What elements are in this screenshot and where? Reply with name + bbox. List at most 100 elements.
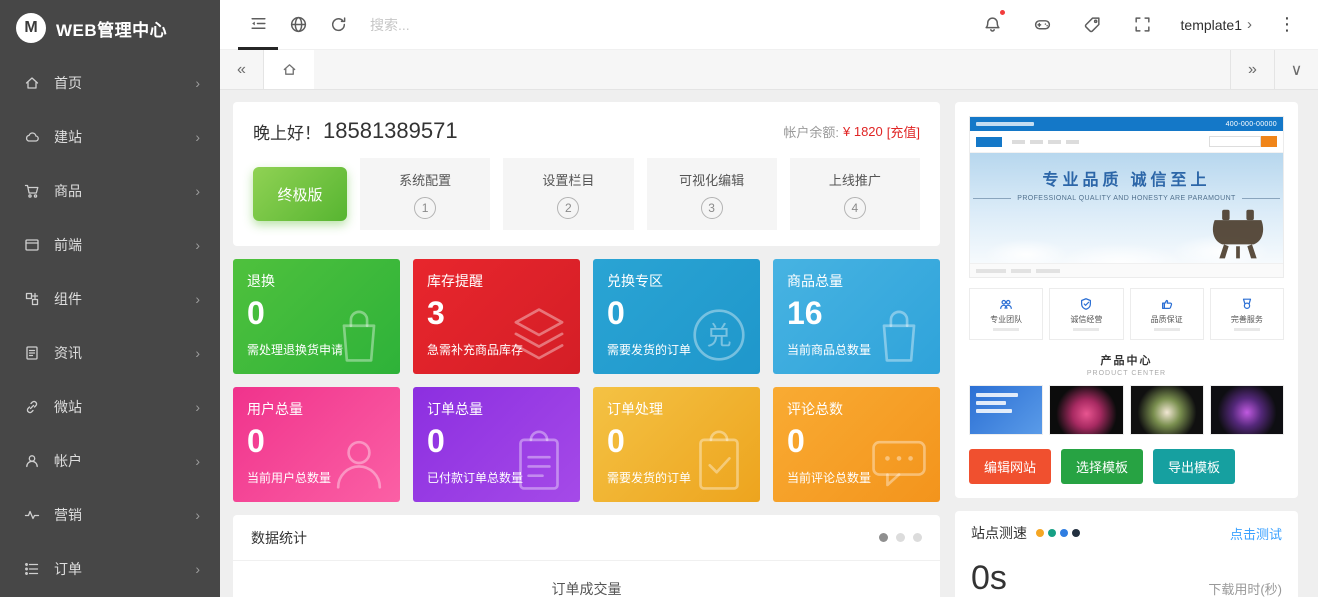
step-number: 3 bbox=[701, 197, 723, 219]
chevron-right-icon: › bbox=[195, 75, 200, 91]
feature-box: 完善服务 bbox=[1210, 288, 1284, 340]
fullscreen-icon bbox=[1133, 15, 1152, 34]
search-input[interactable] bbox=[370, 17, 590, 33]
choose-template-button[interactable]: 选择模板 bbox=[1061, 449, 1143, 484]
speed-value: 0s bbox=[971, 559, 1007, 597]
sidebar-item-frontend[interactable]: 前端 › bbox=[0, 218, 220, 272]
sidebar-item-products[interactable]: 商品 › bbox=[0, 164, 220, 218]
document-icon bbox=[24, 345, 40, 361]
step-set-columns[interactable]: 设置栏目 2 bbox=[503, 158, 633, 230]
recharge-link[interactable]: [充值] bbox=[887, 122, 920, 141]
stat-card-order-processing[interactable]: 订单处理 0 需要发货的订单 bbox=[593, 387, 760, 502]
template-preview: 400-000-00000 bbox=[969, 116, 1284, 278]
fullscreen-button[interactable] bbox=[1123, 0, 1163, 50]
topbar: template1 › ⋮ bbox=[220, 0, 1318, 50]
greeting-text: 晚上好！ bbox=[253, 119, 321, 144]
feature-subtext-placeholder bbox=[993, 328, 1019, 331]
feature-box: 品质保证 bbox=[1130, 288, 1204, 340]
feature-box: 专业团队 bbox=[969, 288, 1043, 340]
stat-card-total-users[interactable]: 用户总量 0 当前用户总数量 bbox=[233, 387, 400, 502]
stat-card-stock-alert[interactable]: 库存提醒 3 急需补充商品库存 bbox=[413, 259, 580, 374]
balance-amount: ¥ 1820 bbox=[843, 124, 883, 139]
account-phone: 18581389571 bbox=[323, 118, 458, 144]
statistics-panel: 数据统计 订单成交量 bbox=[233, 515, 940, 597]
sidebar-item-account[interactable]: 帐户 › bbox=[0, 434, 220, 488]
chevron-right-icon: › bbox=[195, 291, 200, 307]
more-menu-button[interactable]: ⋮ bbox=[1270, 14, 1304, 35]
clipboard-icon bbox=[502, 426, 576, 500]
step-system-config[interactable]: 系统配置 1 bbox=[360, 158, 490, 230]
refresh-button[interactable] bbox=[318, 0, 358, 50]
cart-icon bbox=[24, 183, 40, 199]
coin-icon: 兑 bbox=[682, 298, 756, 372]
sidebar-item-orders[interactable]: 订单 › bbox=[0, 542, 220, 596]
tabs-scroll-right-button[interactable]: » bbox=[1230, 50, 1274, 89]
tags-button[interactable] bbox=[1073, 0, 1113, 50]
tabs-menu-button[interactable]: ∨ bbox=[1274, 50, 1318, 89]
export-template-button[interactable]: 导出模板 bbox=[1153, 449, 1235, 484]
stat-card-grid: 退换 0 需处理退换货申请 库存提醒 3 急需补充商品库存 兑换专区 0 bbox=[233, 259, 940, 502]
left-column: 晚上好！ 18581389571 帐户余额: ¥ 1820 [充值] 终极版 系… bbox=[233, 102, 940, 597]
carousel-dot[interactable] bbox=[896, 533, 905, 542]
preview-subheadline: PROFESSIONAL QUALITY AND HONESTY ARE PAR… bbox=[1017, 195, 1235, 202]
speed-test-panel: 站点测速 点击测试 0s 下载用时(秒) bbox=[955, 511, 1298, 597]
chevron-right-icon: › bbox=[195, 129, 200, 145]
collapse-menu-icon bbox=[249, 14, 268, 33]
preview-subnav-placeholder bbox=[970, 263, 1283, 277]
browser-icon bbox=[24, 237, 40, 253]
step-launch-promo[interactable]: 上线推广 4 bbox=[790, 158, 920, 230]
chart-title: 订单成交量 bbox=[233, 561, 940, 597]
app-logo: M WEB管理中心 bbox=[0, 0, 220, 56]
statistics-title: 数据统计 bbox=[251, 528, 307, 548]
gamepad-icon bbox=[1033, 15, 1052, 34]
bronze-ding-graphic bbox=[1205, 207, 1271, 263]
template-switcher[interactable]: template1 › bbox=[1173, 16, 1260, 33]
comment-icon bbox=[862, 426, 936, 500]
stat-card-exchange-zone[interactable]: 兑换专区 0 需要发货的订单 兑 bbox=[593, 259, 760, 374]
sidebar-item-label: 订单 bbox=[54, 559, 82, 579]
sidebar-item-marketing[interactable]: 营销 › bbox=[0, 488, 220, 542]
cloud-icon bbox=[24, 129, 40, 145]
preview-topbar-text-placeholder bbox=[976, 122, 1034, 126]
sidebar-item-home[interactable]: 首页 › bbox=[0, 56, 220, 110]
chevron-right-icon: › bbox=[195, 183, 200, 199]
carousel-dot[interactable] bbox=[879, 533, 888, 542]
layers-icon bbox=[502, 298, 576, 372]
sidebar-toggle-button[interactable] bbox=[238, 0, 278, 50]
sidebar-item-label: 首页 bbox=[54, 73, 82, 93]
chevron-right-icon: › bbox=[195, 399, 200, 415]
version-badge-button[interactable]: 终极版 bbox=[253, 167, 347, 221]
preview-search-input bbox=[1209, 136, 1261, 147]
language-button[interactable] bbox=[278, 0, 318, 50]
people-icon bbox=[999, 297, 1013, 311]
sidebar-item-news[interactable]: 资讯 › bbox=[0, 326, 220, 380]
bag-icon bbox=[322, 298, 396, 372]
sidebar-item-components[interactable]: 组件 › bbox=[0, 272, 220, 326]
tab-home[interactable] bbox=[264, 50, 314, 89]
stat-card-total-products[interactable]: 商品总量 16 当前商品总数量 bbox=[773, 259, 940, 374]
preview-logo bbox=[976, 137, 1002, 147]
product-thumbnail bbox=[1049, 385, 1123, 435]
preview-topbar: 400-000-00000 bbox=[970, 117, 1283, 131]
home-icon bbox=[24, 75, 40, 91]
theme-skin-button[interactable] bbox=[1023, 0, 1063, 50]
sidebar-item-site-builder[interactable]: 建站 › bbox=[0, 110, 220, 164]
product-thumbnails bbox=[969, 385, 1284, 435]
sidebar-item-label: 帐户 bbox=[54, 451, 82, 471]
stat-card-total-orders[interactable]: 订单总量 0 已付款订单总数量 bbox=[413, 387, 580, 502]
preview-search bbox=[1209, 136, 1277, 147]
carousel-dot[interactable] bbox=[913, 533, 922, 542]
run-speed-test-link[interactable]: 点击测试 bbox=[1230, 524, 1282, 543]
stat-card-total-comments[interactable]: 评论总数 0 当前评论总数量 bbox=[773, 387, 940, 502]
step-number: 2 bbox=[557, 197, 579, 219]
stat-card-returns[interactable]: 退换 0 需处理退换货申请 bbox=[233, 259, 400, 374]
notifications-button[interactable] bbox=[973, 0, 1013, 50]
edit-site-button[interactable]: 编辑网站 bbox=[969, 449, 1051, 484]
components-icon bbox=[24, 291, 40, 307]
tabs-scroll-left-button[interactable]: « bbox=[220, 50, 264, 89]
template-name: template1 bbox=[1181, 17, 1242, 33]
thumbs-up-icon bbox=[1160, 297, 1174, 311]
sidebar-item-microsite[interactable]: 微站 › bbox=[0, 380, 220, 434]
step-visual-edit[interactable]: 可视化编辑 3 bbox=[647, 158, 777, 230]
list-icon bbox=[24, 561, 40, 577]
